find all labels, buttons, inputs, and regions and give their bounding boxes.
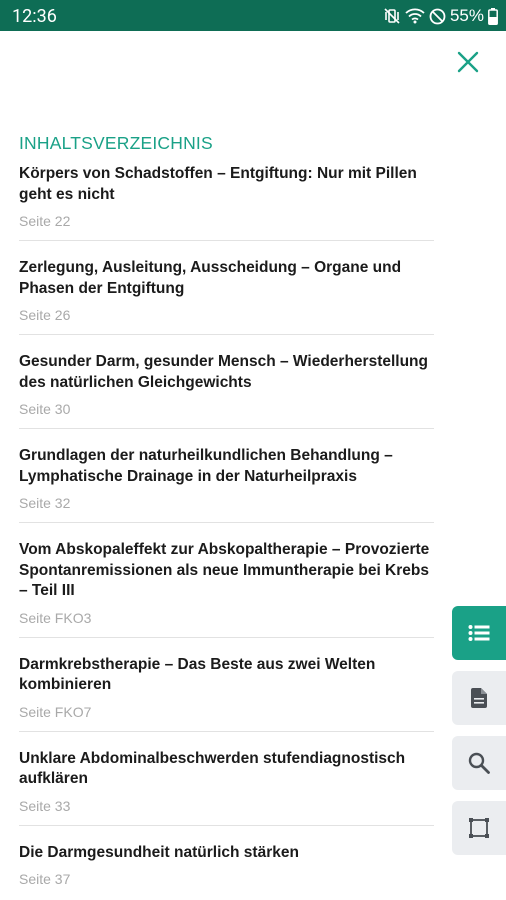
- toc-item[interactable]: Grundlagen der naturheilkundlichen Behan…: [19, 429, 434, 523]
- close-button[interactable]: [454, 48, 482, 76]
- vibrate-mute-icon: [384, 8, 400, 24]
- toc-item[interactable]: Darmkrebstherapie – Das Beste aus zwei W…: [19, 638, 434, 732]
- toc-item[interactable]: Gesunder Darm, gesunder Mensch – Wiederh…: [19, 335, 434, 429]
- crop-icon: [469, 818, 489, 838]
- toc-item-title: Unklare Abdominalbeschwerden stufendiagn…: [19, 749, 406, 788]
- toc-heading: INHALTSVERZEICHNIS: [19, 133, 213, 153]
- toc-item-title: Gesunder Darm, gesunder Mensch – Wiederh…: [19, 353, 428, 391]
- toc-item-title: Grundlagen der naturheilkundlichen Behan…: [19, 447, 393, 485]
- crop-button[interactable]: [452, 801, 506, 855]
- status-time: 12:36: [12, 6, 57, 27]
- toc-item-page: Seite 26: [19, 307, 71, 323]
- close-icon: [457, 51, 479, 73]
- toc-item[interactable]: Vom Abskopaleffekt zur Abskopaltherapie …: [19, 523, 434, 638]
- toc-item-title: Zerlegung, Ausleitung, Ausscheidung – Or…: [19, 259, 402, 297]
- toc-item-page: Seite 37: [19, 871, 71, 887]
- status-bar: 12:36 55%: [0, 0, 506, 31]
- list-icon: [468, 625, 490, 641]
- status-icons: 55%: [383, 6, 498, 26]
- side-toolbar: [452, 606, 506, 866]
- toc-item[interactable]: Unklare Abdominalbeschwerden stufendiagn…: [19, 732, 434, 826]
- toc-item-page: Seite 32: [19, 495, 71, 511]
- toc-item-page: Seite 33: [19, 797, 71, 814]
- document-icon: [471, 688, 487, 708]
- battery-icon: [488, 7, 498, 25]
- toc-item-page: Seite 22: [19, 213, 71, 229]
- toc-item-title: Vom Abskopaleffekt zur Abskopaltherapie …: [19, 541, 430, 599]
- toc-item-title: Körpers von Schadstoffen – Entgiftung: N…: [19, 165, 417, 203]
- toc-item-page: Seite 30: [19, 401, 71, 417]
- toc-item[interactable]: Die Darmgesundheit natürlich stärken Seit…: [19, 826, 434, 899]
- toc-item-page: Seite FKO7: [19, 703, 92, 720]
- toc-item-title: Darmkrebstherapie – Das Beste aus zwei W…: [19, 655, 376, 694]
- toc-button[interactable]: [452, 606, 506, 660]
- toc-item[interactable]: Zerlegung, Ausleitung, Ausscheidung – Or…: [19, 241, 434, 335]
- toc-list: Körpers von Schadstoffen – Entgiftung: N…: [19, 160, 434, 898]
- search-button[interactable]: [452, 736, 506, 790]
- document-button[interactable]: [452, 671, 506, 725]
- toc-item-title: Die Darmgesundheit natürlich stärken: [19, 843, 299, 861]
- search-icon: [468, 752, 490, 774]
- battery-percent: 55%: [449, 6, 484, 25]
- toc-item-page: Seite FKO3: [19, 609, 92, 626]
- no-disturb-icon: [429, 8, 446, 24]
- wifi-icon: [405, 8, 425, 24]
- toc-item[interactable]: Körpers von Schadstoffen – Entgiftung: N…: [19, 160, 434, 241]
